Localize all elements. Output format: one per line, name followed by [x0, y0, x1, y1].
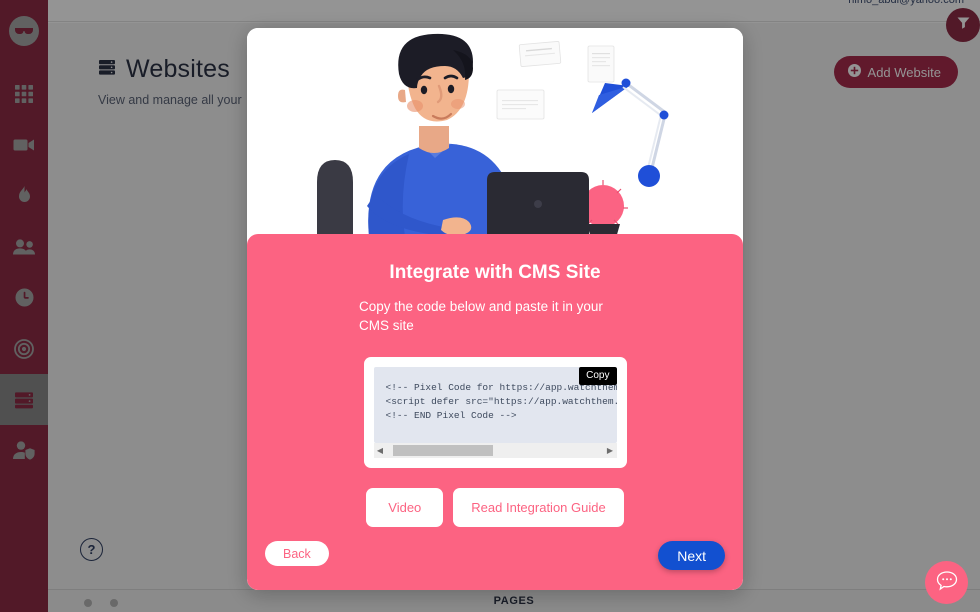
scroll-right-arrow-icon[interactable]: ▶	[604, 446, 617, 455]
modal-title: Integrate with CMS Site	[389, 262, 601, 283]
modal-body: Integrate with CMS Site Copy the code be…	[247, 234, 743, 590]
scroll-left-arrow-icon[interactable]: ◀	[374, 446, 387, 455]
modal-illustration	[247, 28, 743, 236]
integration-modal: Integrate with CMS Site Copy the code be…	[247, 28, 743, 590]
back-button[interactable]: Back	[265, 541, 329, 566]
code-snippet-area[interactable]: Copy <!-- Pixel Code for https://app.wat…	[373, 367, 617, 443]
code-line-3: <!-- END Pixel Code -->	[385, 410, 517, 421]
chat-bubble-icon	[936, 570, 958, 596]
code-horizontal-scrollbar[interactable]: ◀ ▶	[373, 443, 617, 458]
modal-links-row: Video Read Integration Guide	[312, 488, 678, 527]
read-integration-guide-button[interactable]: Read Integration Guide	[453, 488, 624, 527]
modal-description: Copy the code below and paste it in your…	[359, 299, 603, 333]
modal-nav-row: Back Next	[247, 541, 743, 570]
code-line-2: <script defer src="https://app.watchthem…	[385, 396, 617, 407]
scrollbar-thumb[interactable]	[392, 445, 493, 456]
code-snippet-card: Copy <!-- Pixel Code for https://app.wat…	[363, 357, 627, 468]
chat-support-button[interactable]	[925, 561, 968, 604]
video-button[interactable]: Video	[366, 488, 444, 527]
copy-button[interactable]: Copy	[579, 367, 617, 385]
app-root: nimo_abdi@yahoo.com Websites View and ma…	[0, 0, 980, 612]
scrollbar-track[interactable]	[387, 443, 604, 458]
next-button[interactable]: Next	[658, 541, 725, 570]
